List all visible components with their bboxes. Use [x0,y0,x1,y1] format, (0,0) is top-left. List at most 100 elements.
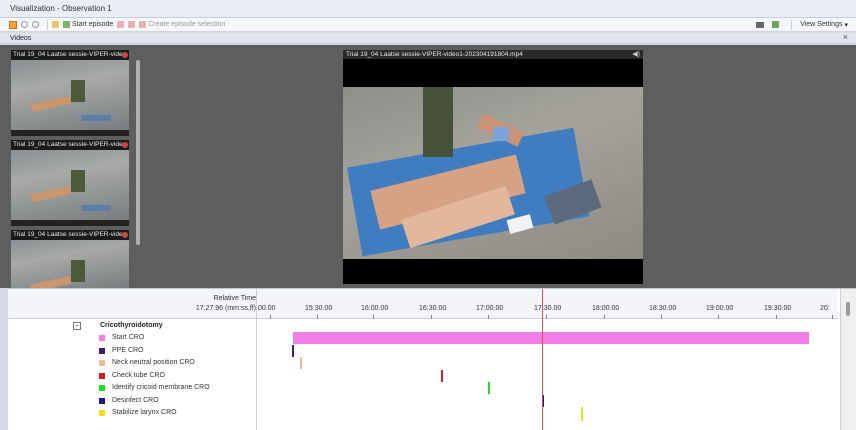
vertical-scrollbar[interactable] [840,289,856,430]
time-tick-mark [546,315,547,319]
camera-icon[interactable] [756,21,765,28]
time-tick-mark [373,315,374,319]
behavior-label: Check tube CRO [112,372,165,379]
video-thumbnail-strip: Trial 19_04 Laatse sessie-VIPER-vide Tri… [9,50,140,288]
toolbar-separator-right [791,19,793,30]
timeline-plot[interactable] [257,320,838,430]
episode-next-button[interactable] [128,21,136,28]
behavior-event-mark[interactable] [300,357,302,369]
video-thumbnail[interactable]: Trial 19_04 Laatse sessie-VIPER-vide [11,230,129,288]
video-frame [343,87,643,259]
behavior-label: Desinfect CRO [112,397,159,404]
export-icon[interactable] [772,21,780,28]
time-tick-mark [431,315,432,319]
create-episode-selection-label: Create episode selection [148,21,226,28]
time-tick-label: 15:30.00 [305,305,333,312]
behavior-color-swatch [99,410,105,416]
behavior-label: Stabilize larynx CRO [112,409,177,416]
behavior-label: Identify cricoid membrane CRO [112,384,210,391]
edit-icon[interactable] [52,21,59,28]
time-tick-mark [317,315,318,319]
group-label: Cricothyroidotomy [100,322,163,329]
behavior-color-swatch [99,335,105,341]
toolbar-separator [47,19,48,30]
start-episode-button[interactable]: Start episode [63,21,113,28]
view-settings-label: View Settings [800,21,843,28]
time-tick-mark [776,315,777,319]
playhead-line[interactable] [542,289,543,430]
episode-prev-button[interactable] [117,21,125,28]
close-icon[interactable] [122,232,128,238]
time-tick-label: 19:00.00 [706,305,734,312]
video-thumbnail[interactable]: Trial 19_04 Laatse sessie-VIPER-vide [11,140,129,226]
thumbnail-caption: Trial 19_04 Laatse sessie-VIPER-vide [13,231,123,238]
behavior-label: Start CRO [112,334,145,341]
zoom-out-icon[interactable] [32,21,39,28]
view-settings-button[interactable]: View Settings ▾ [800,21,848,29]
speaker-icon[interactable]: ◀) [632,50,640,59]
collapse-toggle[interactable]: – [73,322,81,330]
episode-next-icon [128,21,136,28]
time-tick-label: 19:30.00 [764,305,792,312]
time-tick-label: 18:00.00 [592,305,620,312]
close-icon[interactable] [122,52,128,58]
behavior-row[interactable]: Start CRO [8,332,256,344]
time-tick-label: 00.00 [258,305,276,312]
toolbar: Start episode Create episode selection V… [0,18,856,32]
behavior-event-mark[interactable] [441,370,443,382]
behavior-row[interactable]: Desinfect CRO [8,395,256,407]
scrollbar-thumb[interactable] [846,302,850,316]
timeline-panel: Relative Time 17:27.96 (mm:ss,ff) 00.00 1… [8,288,856,430]
time-tick-label: 16:00.00 [361,305,389,312]
video-thumbnail[interactable]: Trial 19_04 Laatse sessie-VIPER-vide [11,50,129,136]
thumbnail-scrollbar[interactable] [136,60,140,245]
zoom-in-icon[interactable] [21,21,28,28]
behavior-event-mark[interactable] [292,345,294,357]
time-tick-mark [488,315,489,319]
relative-time-label: Relative Time [213,295,256,302]
behavior-color-swatch [99,348,105,354]
time-tick-mark [718,315,719,319]
time-tick-label: 17:00.00 [476,305,504,312]
behavior-row[interactable]: Identify cricoid membrane CRO [8,382,256,394]
time-tick-mark [832,315,833,319]
behavior-row[interactable]: Check tube CRO [8,370,256,382]
view-icon[interactable] [9,20,17,29]
time-tick-label: 16:30.00 [419,305,447,312]
create-episode-selection-button[interactable]: Create episode selection [139,21,225,28]
video-area: Trial 19_04 Laatse sessie-VIPER-vide Tri… [0,45,856,288]
behavior-label: Neck neutral position CRO [112,359,195,366]
group-row: – Cricothyroidotomy [8,320,256,332]
behavior-color-swatch [99,398,105,404]
behavior-event-mark[interactable] [293,332,809,344]
time-tick-label: 17:30.00 [534,305,562,312]
time-tick-mark [604,315,605,319]
time-tick-mark [270,315,271,319]
main-video-caption: Trial 19_04 Laatse sessie-VIPER-video1-2… [346,51,523,58]
behavior-label: PPE CRO [112,347,144,354]
start-episode-label: Start episode [72,21,114,28]
chevron-down-icon: ▾ [844,21,848,29]
window-titlebar: Visualization - Observation 1 [0,0,856,18]
episode-icon [63,21,70,28]
close-icon[interactable]: × [843,32,848,42]
thumbnail-caption: Trial 19_04 Laatse sessie-VIPER-vide [13,141,123,148]
window-title: Visualization - Observation 1 [10,4,112,13]
close-icon[interactable] [122,142,128,148]
relative-time-value: 17:27.96 (mm:ss,ff) [195,305,256,312]
time-tick-mark [661,315,662,319]
behavior-event-mark[interactable] [581,407,583,421]
behavior-event-mark[interactable] [488,382,490,394]
videos-panel-header: Videos × [0,32,856,44]
timeline-header: Relative Time 17:27.96 (mm:ss,ff) 00.00 1… [8,289,838,319]
thumbnail-caption: Trial 19_04 Laatse sessie-VIPER-vide [13,51,123,58]
behavior-row[interactable]: PPE CRO [8,345,256,357]
time-tick-label: 20: [820,305,830,312]
videos-panel-title: Videos [10,34,32,42]
behavior-row[interactable]: Neck neutral position CRO [8,357,256,369]
behavior-color-swatch [99,360,105,366]
main-video-player[interactable]: Trial 19_04 Laatse sessie-VIPER-video1-2… [343,50,643,284]
behavior-color-swatch [99,385,105,391]
episode-prev-icon [117,21,125,28]
behavior-row[interactable]: Stabilize larynx CRO [8,407,256,419]
